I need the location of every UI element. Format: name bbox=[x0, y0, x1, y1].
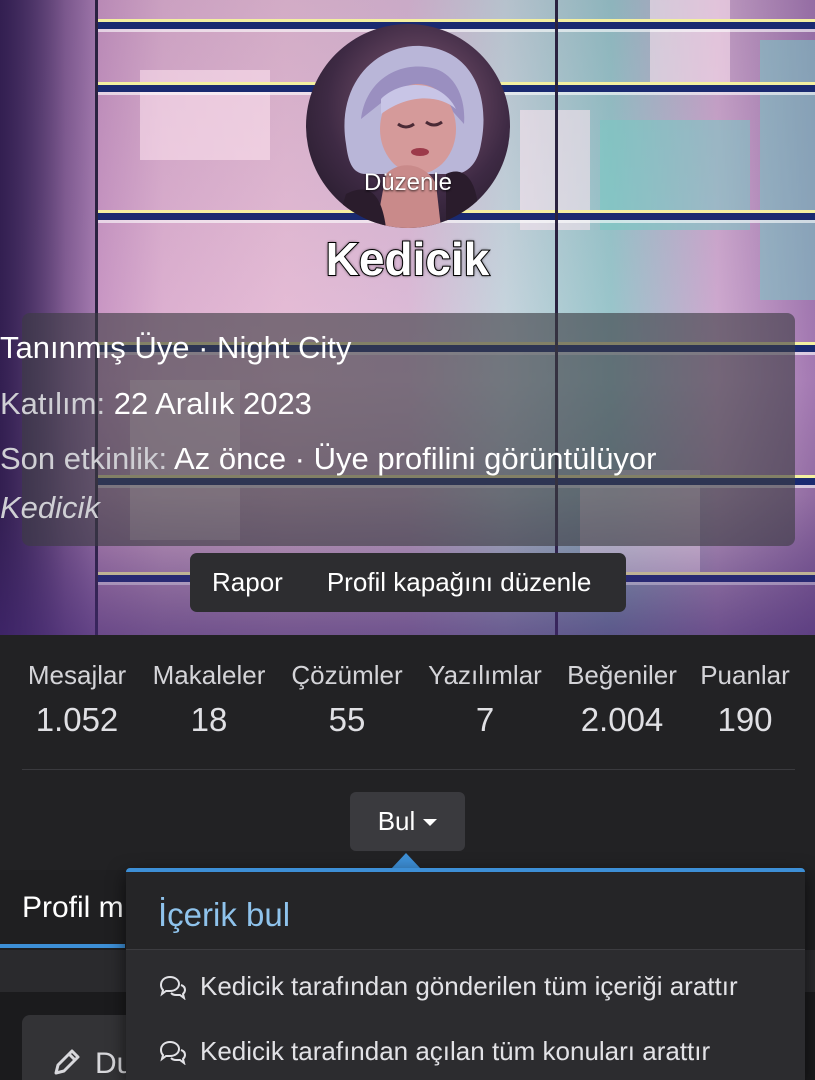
avatar-edit-label[interactable]: Düzenle bbox=[306, 169, 510, 197]
stats-divider bbox=[22, 769, 795, 770]
menu-item-label: Kedicik tarafından gönderilen tüm içeriğ… bbox=[200, 971, 738, 1001]
stat-value: 55 bbox=[328, 701, 366, 738]
pencil-icon bbox=[54, 1049, 80, 1075]
last-activity-info: Son etkinlik: Az önce · Üye profilini gö… bbox=[0, 441, 815, 477]
comments-icon bbox=[159, 1040, 187, 1065]
comments-icon bbox=[159, 975, 187, 1000]
stat-label: Mesajlar bbox=[27, 660, 127, 690]
stat-value: 7 bbox=[475, 701, 495, 738]
stat-label: Yazılımlar bbox=[428, 660, 542, 690]
report-button[interactable]: Rapor bbox=[190, 567, 305, 598]
find-button[interactable]: Bul bbox=[350, 792, 465, 851]
username: Kedicik bbox=[325, 232, 491, 286]
joined-label: Katılım: bbox=[0, 386, 106, 421]
avatar-image bbox=[336, 45, 484, 228]
last-activity-value: Az önce · Üye profilini görüntülüyor bbox=[174, 441, 657, 476]
stat-software[interactable]: Yazılımlar 7 bbox=[421, 660, 549, 739]
member-title: Tanınmış Üye · Night City bbox=[0, 330, 352, 365]
stat-likes[interactable]: Beğeniler 2.004 bbox=[560, 660, 684, 739]
stat-articles[interactable]: Makaleler 18 bbox=[146, 660, 272, 739]
joined-info: Katılım: 22 Aralık 2023 bbox=[0, 386, 815, 422]
find-button-label: Bul bbox=[377, 806, 416, 836]
stat-value: 1.052 bbox=[35, 701, 119, 738]
cover-light-block bbox=[650, 0, 730, 90]
menu-item-all-threads[interactable]: Kedicik tarafından açılan tüm konuları a… bbox=[158, 1036, 710, 1067]
find-content-menu: İçerik bul Kedicik tarafından gönderilen… bbox=[126, 868, 805, 1080]
stat-solutions[interactable]: Çözümler 55 bbox=[284, 660, 410, 739]
stat-value: 18 bbox=[190, 701, 228, 738]
stat-label: Çözümler bbox=[291, 660, 403, 690]
stat-value: 2.004 bbox=[580, 701, 664, 738]
signature: Kedicik bbox=[0, 490, 100, 525]
stat-label: Makaleler bbox=[152, 660, 266, 690]
menu-title: İçerik bul bbox=[158, 896, 291, 933]
cover-light-block bbox=[140, 70, 270, 160]
stat-label: Puanlar bbox=[700, 660, 790, 690]
edit-cover-button[interactable]: Profil kapağını düzenle bbox=[305, 567, 614, 598]
avatar[interactable]: Düzenle bbox=[306, 24, 510, 228]
stat-points[interactable]: Puanlar 190 bbox=[694, 660, 796, 739]
profile-action-bar: Rapor Profil kapağını düzenle bbox=[190, 553, 626, 612]
caret-down-icon bbox=[423, 819, 438, 826]
menu-pointer bbox=[391, 853, 421, 869]
stat-label: Beğeniler bbox=[567, 660, 677, 690]
stat-messages[interactable]: Mesajlar 1.052 bbox=[20, 660, 134, 739]
last-activity-label: Son etkinlik: bbox=[0, 441, 168, 476]
tab-profile-posts[interactable]: Profil m bbox=[0, 870, 124, 950]
stat-value: 190 bbox=[717, 701, 773, 738]
menu-item-all-content[interactable]: Kedicik tarafından gönderilen tüm içeriğ… bbox=[158, 971, 738, 1002]
joined-date: 22 Aralık 2023 bbox=[113, 386, 312, 421]
menu-header: İçerik bul bbox=[126, 872, 805, 950]
active-tab-indicator bbox=[0, 944, 125, 948]
menu-item-label: Kedicik tarafından açılan tüm konuları a… bbox=[200, 1036, 711, 1066]
